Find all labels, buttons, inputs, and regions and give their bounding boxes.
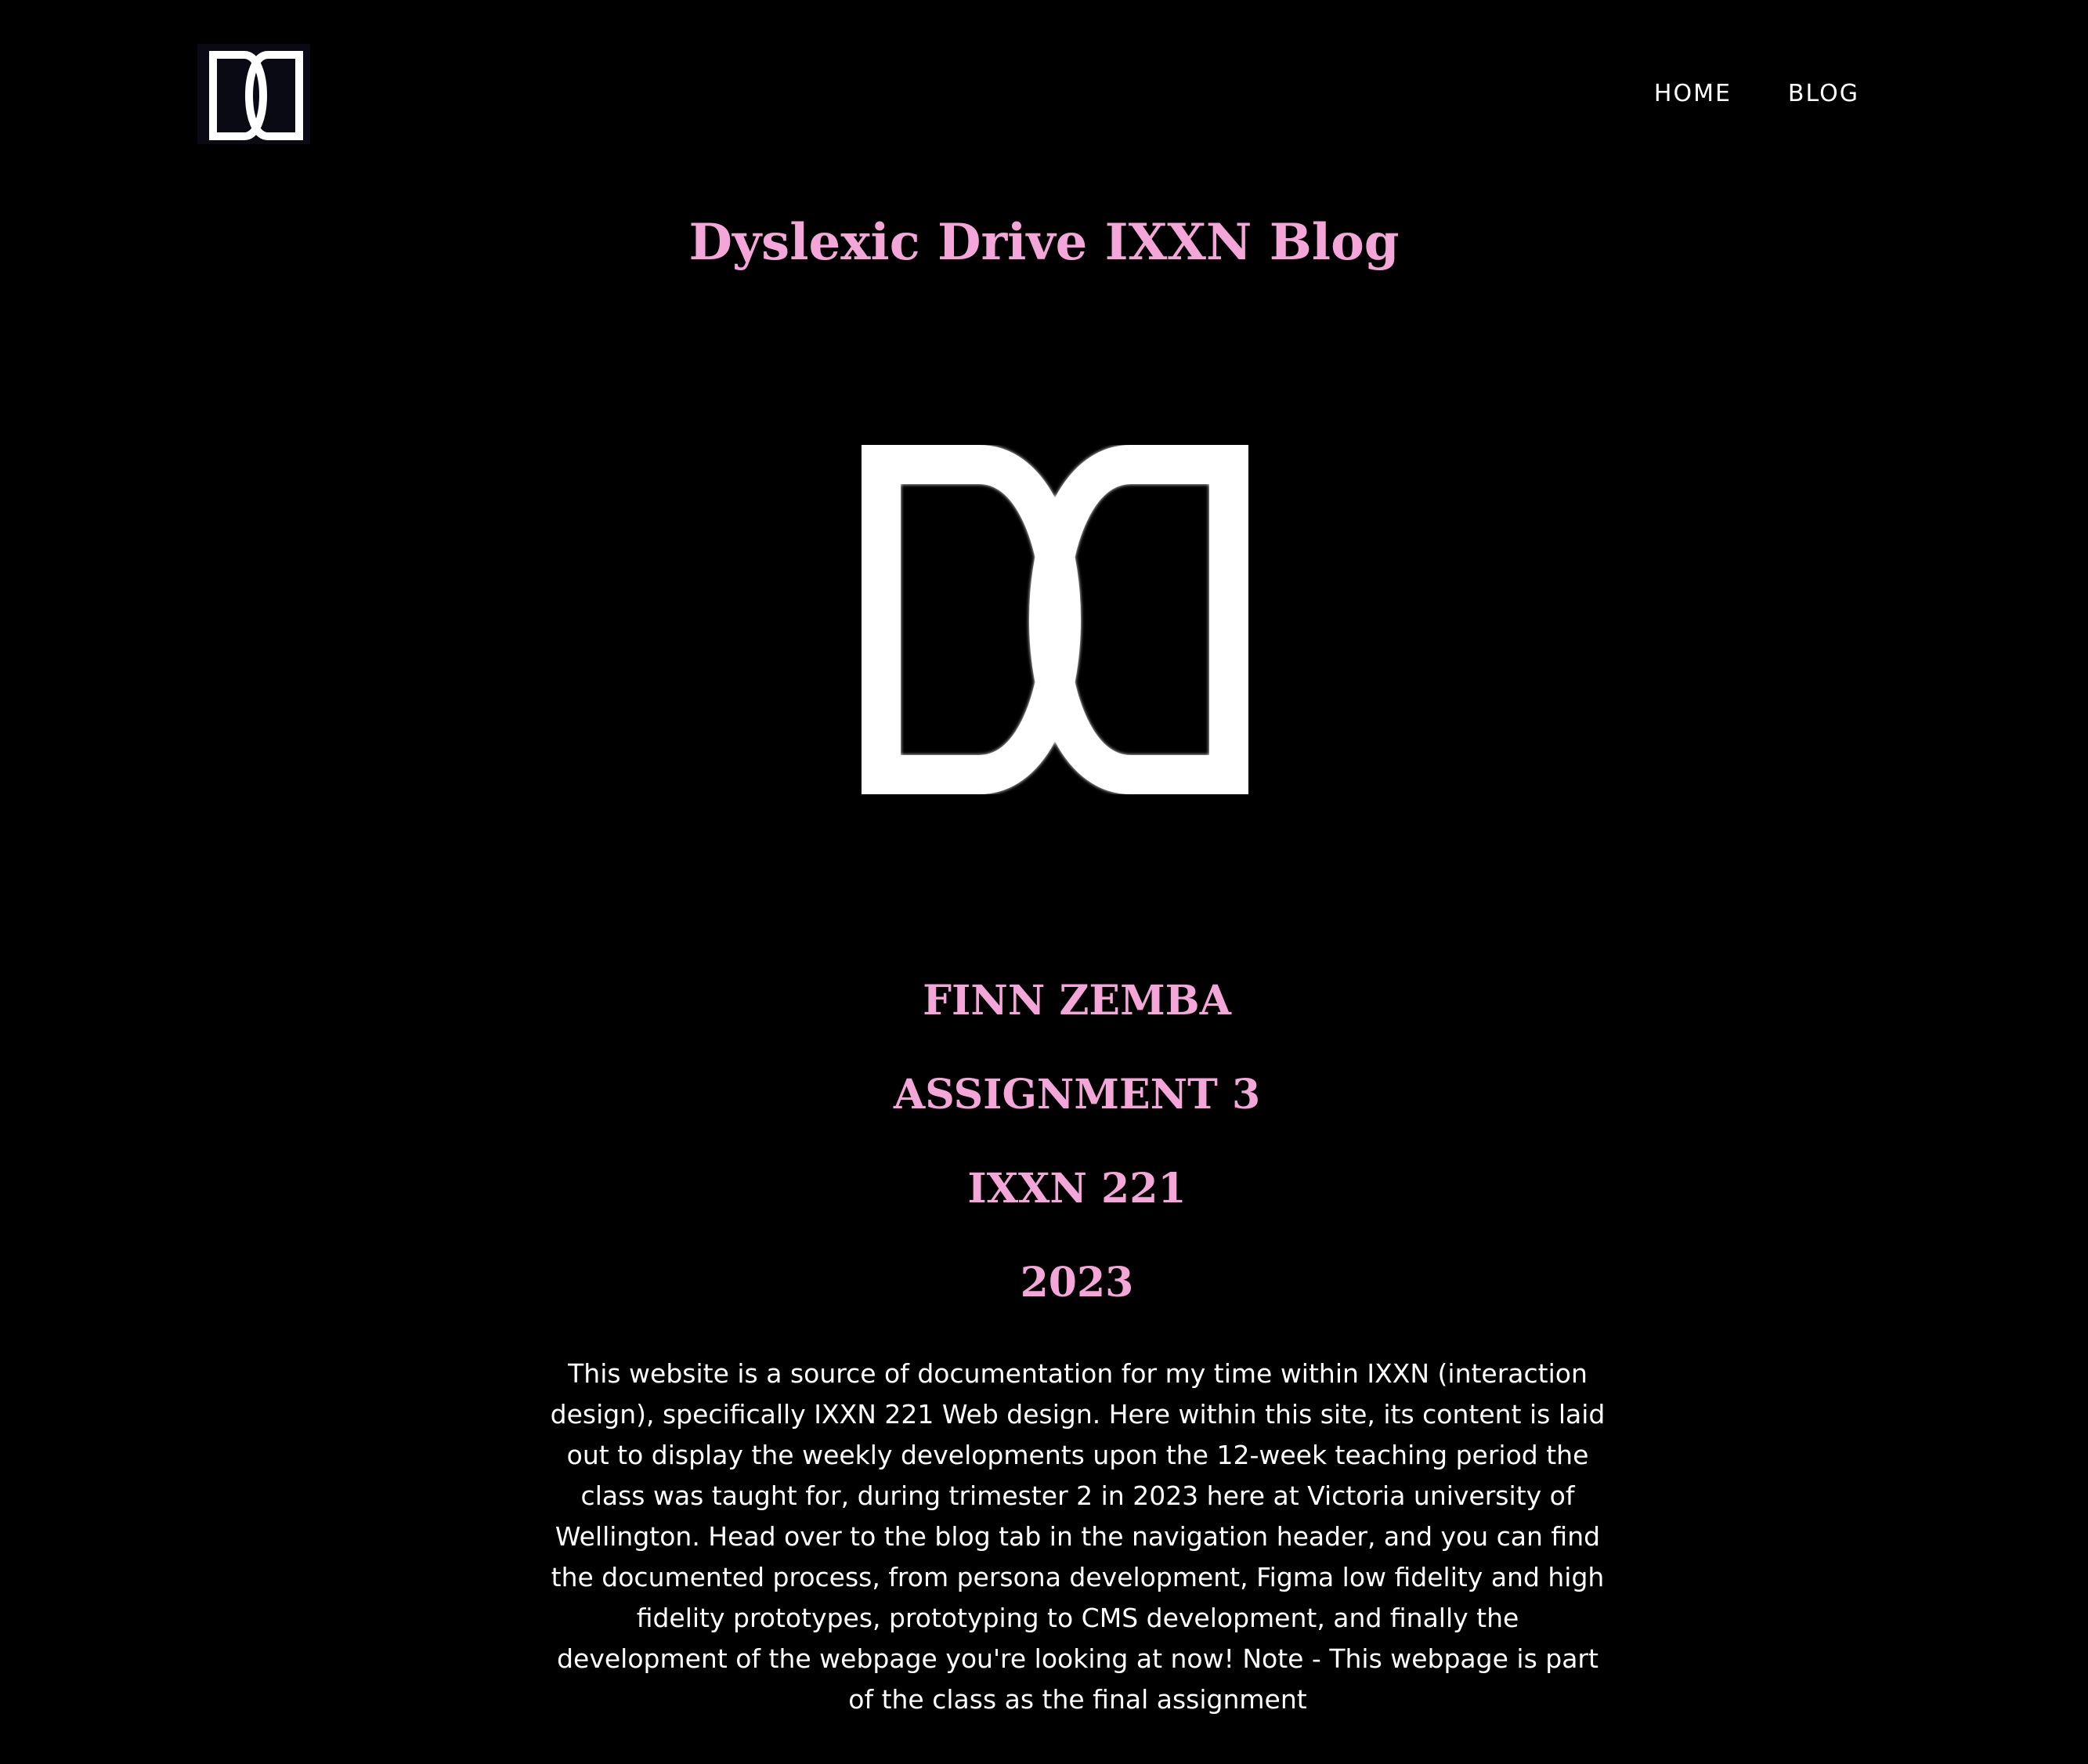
main-nav: HOME BLOG: [1654, 78, 1859, 110]
assignment-headings: FINN ZEMBA ASSIGNMENT 3 IXXN 221 2023: [0, 974, 2088, 1350]
double-d-logo-icon: [862, 445, 1248, 794]
year-heading: 2023: [1020, 1259, 1134, 1307]
course-heading: IXXN 221: [967, 1165, 1187, 1213]
page: HOME BLOG Dyslexic Drive IXXN Blog FINN …: [0, 0, 2088, 1764]
nav-blog-link[interactable]: BLOG: [1788, 78, 1859, 110]
author-heading: FINN ZEMBA: [923, 977, 1231, 1025]
nav-home-link[interactable]: HOME: [1654, 78, 1732, 110]
assignment-heading: ASSIGNMENT 3: [893, 1071, 1261, 1119]
double-d-logo-icon[interactable]: [197, 44, 310, 144]
page-title: Dyslexic Drive IXXN Blog: [688, 213, 1400, 272]
intro-paragraph: This website is a source of documentatio…: [550, 1358, 1606, 1715]
